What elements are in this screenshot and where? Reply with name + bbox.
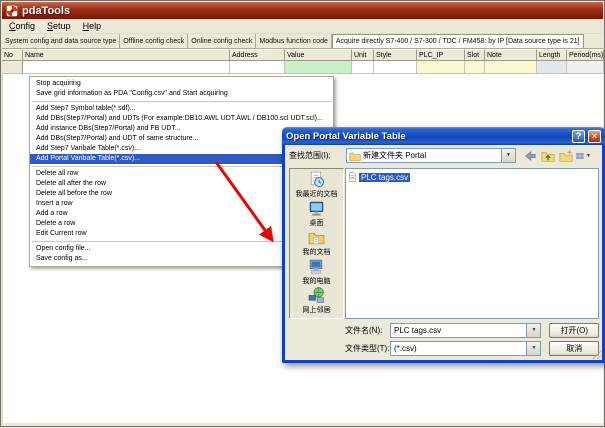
tab-5[interactable]: Acquire directly S7-400 / S7-300 / TDC /… (332, 34, 584, 48)
file-name-row: 文件名(N): PLC tags.csv ▼ 打开(O) (345, 323, 599, 338)
file-type-row: 文件类型(T): (*.csv) ▼ 取消 (345, 341, 599, 356)
menu-separator (32, 101, 331, 102)
menu-help[interactable]: Help (83, 21, 102, 31)
app-title: pdaTools (22, 5, 70, 17)
place-label: 我最近的文档 (290, 191, 343, 198)
place-label: 网上邻居 (290, 307, 343, 314)
tab-1[interactable]: System config and data source type (2, 34, 120, 48)
open-button[interactable]: 打开(O) (549, 323, 599, 338)
tab-2[interactable]: Offline config check (120, 34, 188, 48)
context-menu-item[interactable]: Save grid information as PDA "Config.csv… (30, 89, 333, 99)
grid-cell[interactable] (567, 61, 604, 74)
column-header-length[interactable]: Length (537, 49, 567, 61)
context-menu-item[interactable]: Stop acquiring (30, 79, 333, 89)
file-type-combobox[interactable]: (*.csv) ▼ (390, 341, 541, 356)
place-network-places[interactable]: 网上邻居 (290, 285, 343, 314)
context-menu-item[interactable]: Add DBs(Step7/Portal) and UDTs (For exam… (30, 114, 333, 124)
column-header-plc-ip[interactable]: PLC_IP (417, 49, 465, 61)
look-in-dropdown-arrow[interactable]: ▼ (501, 149, 515, 162)
tab-3[interactable]: Online config check (188, 34, 256, 48)
grid-cell[interactable] (485, 61, 537, 74)
file-name-input[interactable]: PLC tags.csv ▼ (390, 323, 541, 338)
column-header-slot[interactable]: Slot (465, 49, 485, 61)
folder-icon (349, 150, 361, 162)
grid-cell[interactable] (417, 61, 465, 74)
grid-row (2, 61, 604, 74)
look-in-value: 新建文件夹 Portal (363, 150, 501, 161)
views-icon[interactable]: ▼ (576, 148, 591, 163)
place-label: 我的电脑 (290, 278, 343, 285)
place-my-documents[interactable]: 我的文档 (290, 227, 343, 256)
menu-config[interactable]: Config (9, 21, 35, 31)
column-header-address[interactable]: Address (230, 49, 285, 61)
menu-bar: Config Setup Help (2, 19, 603, 34)
dropdown-caret-icon: ▼ (586, 153, 591, 159)
tab-bar: System config and data source typeOfflin… (2, 34, 603, 49)
places-bar: 我最近的文档桌面我的文档我的电脑网上邻居 (289, 168, 344, 319)
grid-cell[interactable] (465, 61, 485, 74)
my-computer-icon (308, 262, 325, 279)
back-icon[interactable] (522, 148, 537, 163)
grid-cell[interactable] (285, 61, 352, 74)
file-type-label: 文件类型(T): (345, 343, 390, 354)
grid-cell[interactable] (537, 61, 567, 74)
grid-header: NoNameAddressValueUnitStylePLC_IPSlotNot… (2, 49, 604, 61)
file-name-dropdown-arrow[interactable]: ▼ (526, 324, 540, 337)
column-header-no[interactable]: No (2, 49, 23, 61)
dialog-title: Open Portal Variable Table (286, 131, 570, 142)
grid-cell[interactable] (23, 61, 230, 74)
grid-cell[interactable] (2, 61, 23, 74)
place-my-computer[interactable]: 我的电脑 (290, 256, 343, 285)
file-name-label: 文件名(N): (345, 325, 390, 336)
app-titlebar[interactable]: pdaTools (2, 2, 603, 19)
column-header-style[interactable]: Style (374, 49, 417, 61)
column-header-note[interactable]: Note (485, 49, 537, 61)
desktop-icon (308, 204, 325, 221)
look-in-label: 查找范围(I): (289, 150, 346, 161)
network-places-icon (308, 291, 325, 308)
csv-file-icon (348, 172, 357, 182)
context-menu-item[interactable]: Add Step7 Symbol table(*.sdf)... (30, 104, 333, 114)
grid-cell[interactable] (374, 61, 417, 74)
column-header-value[interactable]: Value (285, 49, 352, 61)
place-desktop[interactable]: 桌面 (290, 198, 343, 227)
place-recent-documents[interactable]: 我最近的文档 (290, 169, 343, 198)
up-folder-icon[interactable] (540, 148, 555, 163)
column-header-name[interactable]: Name (23, 49, 230, 61)
dialog-body: 查找范围(I): 新建文件夹 Portal ▼ ▼ 我最近的文档桌面我的文档我的… (282, 145, 605, 363)
tab-4[interactable]: Modbus function code (256, 34, 332, 48)
grid-cell[interactable] (352, 61, 374, 74)
dialog-toolbar: ▼ (522, 148, 591, 163)
new-folder-icon[interactable] (558, 148, 573, 163)
file-item[interactable]: PLC tags.csv (348, 172, 410, 182)
place-label: 桌面 (290, 220, 343, 227)
file-label: PLC tags.csv (359, 173, 410, 182)
look-in-combobox[interactable]: 新建文件夹 Portal ▼ (346, 148, 516, 163)
file-type-dropdown-arrow[interactable]: ▼ (526, 342, 540, 355)
recent-documents-icon (308, 175, 325, 192)
menu-setup[interactable]: Setup (47, 21, 71, 31)
file-type-value: (*.csv) (391, 344, 526, 353)
app-icon (6, 5, 18, 17)
open-file-dialog: Open Portal Variable Table ? × 查找范围(I): … (282, 127, 605, 363)
place-label: 我的文档 (290, 249, 343, 256)
column-header-unit[interactable]: Unit (352, 49, 374, 61)
cancel-button[interactable]: 取消 (549, 341, 599, 356)
file-name-value: PLC tags.csv (391, 326, 526, 335)
file-list[interactable]: PLC tags.csv (345, 168, 599, 319)
grid-cell[interactable] (230, 61, 285, 74)
dialog-close-button[interactable]: × (588, 130, 601, 143)
column-header-period-ms-[interactable]: Period(ms) (567, 49, 604, 61)
dialog-help-button[interactable]: ? (572, 130, 585, 143)
dialog-titlebar[interactable]: Open Portal Variable Table ? × (282, 127, 605, 145)
look-in-row: 查找范围(I): 新建文件夹 Portal ▼ ▼ (289, 148, 600, 163)
app-window: pdaTools Config Setup Help System config a… (0, 0, 605, 427)
my-documents-icon (308, 233, 325, 250)
